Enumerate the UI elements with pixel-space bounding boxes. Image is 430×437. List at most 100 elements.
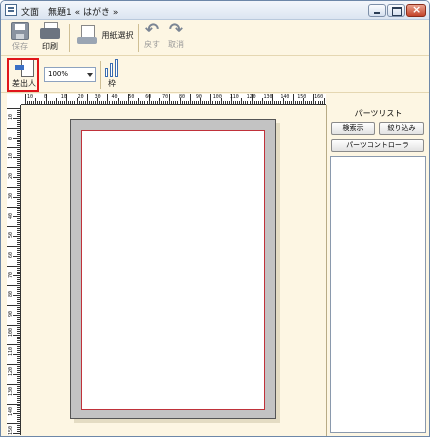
postcard-print-area[interactable] [81, 130, 265, 410]
ruler-tick [7, 226, 20, 228]
paper-select-button[interactable]: 用紙選択 [77, 24, 134, 46]
ruler-tick [17, 405, 20, 407]
ruler-tick [198, 101, 200, 104]
ruler-number: 120 [8, 367, 14, 377]
ruler-tick [17, 415, 20, 417]
ruler-tick [17, 133, 20, 135]
ruler-tick [13, 334, 20, 336]
ruler-tick [17, 425, 20, 427]
ruler-number: 10 [8, 153, 14, 160]
ruler-tick [224, 101, 226, 104]
maximize-button[interactable] [387, 4, 405, 17]
ruler-tick [13, 275, 20, 277]
ruler-tick [13, 117, 20, 119]
ruler-tick [17, 222, 20, 224]
print-label: 印刷 [42, 42, 58, 51]
ruler-tick [17, 368, 20, 370]
ruler-tick [33, 101, 35, 104]
ruler-number: 10 [60, 94, 67, 100]
ruler-tick [136, 101, 138, 104]
ruler-tick [17, 269, 20, 271]
ruler-tick [17, 184, 20, 186]
ruler-number: 150 [8, 426, 14, 435]
ruler-number: 10 [8, 113, 14, 120]
ruler-tick [253, 101, 255, 104]
ruler-tick [280, 101, 282, 104]
ruler-tick [86, 94, 88, 104]
ruler-tick [17, 113, 20, 115]
ruler-tick [17, 350, 20, 352]
ruler-tick [103, 101, 105, 104]
ruler-tick [17, 332, 20, 334]
ruler-tick [17, 182, 20, 184]
title-bar[interactable]: 文面 無題1 « はがき » [1, 1, 429, 20]
ruler-tick [235, 101, 237, 104]
ruler-tick [210, 94, 212, 104]
ruler-tick [17, 391, 20, 393]
ruler-tick [53, 101, 55, 104]
ruler-number: 130 [8, 386, 14, 396]
ruler-tick [138, 98, 140, 104]
ruler-tick [17, 153, 20, 155]
search-button[interactable]: 検索示 [331, 122, 375, 135]
ruler-tick [7, 186, 20, 188]
ruler-tick [154, 101, 156, 104]
ruler-tick [17, 155, 20, 157]
ruler-tick [35, 98, 37, 104]
ruler-tick [88, 101, 90, 104]
ruler-tick [17, 283, 20, 285]
parts-controller-button[interactable]: パーツコントローラ [331, 139, 424, 152]
ruler-number: 40 [111, 94, 118, 100]
ruler-tick [119, 101, 121, 104]
ruler-tick [206, 101, 208, 104]
save-icon [11, 22, 29, 40]
toolbar-separator [69, 24, 70, 52]
ruler-tick [156, 101, 158, 104]
ruler-tick [202, 101, 204, 104]
ruler-number: 120 [246, 94, 256, 100]
ruler-tick [315, 101, 317, 104]
ruler-tick [144, 101, 146, 104]
filter-button[interactable]: 絞り込み [379, 122, 424, 135]
ruler-tick [105, 101, 107, 104]
redo-button[interactable]: ↷ 取消 [166, 22, 186, 50]
ruler-tick [27, 101, 29, 104]
ruler-tick [17, 210, 20, 212]
close-button[interactable] [406, 3, 426, 17]
ruler-tick [13, 354, 20, 356]
ruler-tick [31, 101, 33, 104]
parts-list[interactable] [330, 156, 426, 433]
print-button[interactable]: 印刷 [37, 22, 63, 52]
ruler-tick [17, 362, 20, 364]
ruler-tick [68, 101, 70, 104]
toolbar-separator [100, 61, 101, 89]
ruler-tick [150, 101, 152, 104]
ruler-tick [191, 101, 193, 104]
ruler-tick [109, 101, 111, 104]
design-canvas[interactable] [22, 106, 326, 436]
ruler-tick [7, 305, 20, 306]
ruler-tick [171, 101, 173, 104]
ruler-tick [43, 101, 45, 104]
undo-button[interactable]: ↶ 戻す [142, 22, 162, 50]
ruler-tick [57, 101, 59, 104]
frame-button[interactable]: 枠 [103, 59, 121, 89]
zoom-select[interactable]: 100% [44, 67, 96, 82]
ruler-number: 150 [297, 94, 307, 100]
horizontal-ruler: 10 0 10 20 30 40 50 60 70 80 90 100 110 120 130 140 150 1… [21, 94, 326, 105]
printer-icon [39, 22, 61, 40]
ruler-tick [7, 108, 20, 109]
ruler-number: 80 [179, 94, 186, 100]
ruler-tick [17, 145, 20, 147]
ruler-tick [17, 340, 20, 342]
ruler-tick [175, 101, 177, 104]
ruler-tick [17, 198, 20, 200]
ruler-tick [17, 289, 20, 291]
ruler-tick [268, 101, 270, 104]
ruler-tick [17, 224, 20, 226]
minimize-button[interactable] [368, 4, 386, 17]
ruler-tick [29, 101, 31, 104]
chevron-down-icon [87, 73, 93, 77]
save-button[interactable]: 保存 [9, 22, 31, 52]
ruler-tick [17, 342, 20, 344]
